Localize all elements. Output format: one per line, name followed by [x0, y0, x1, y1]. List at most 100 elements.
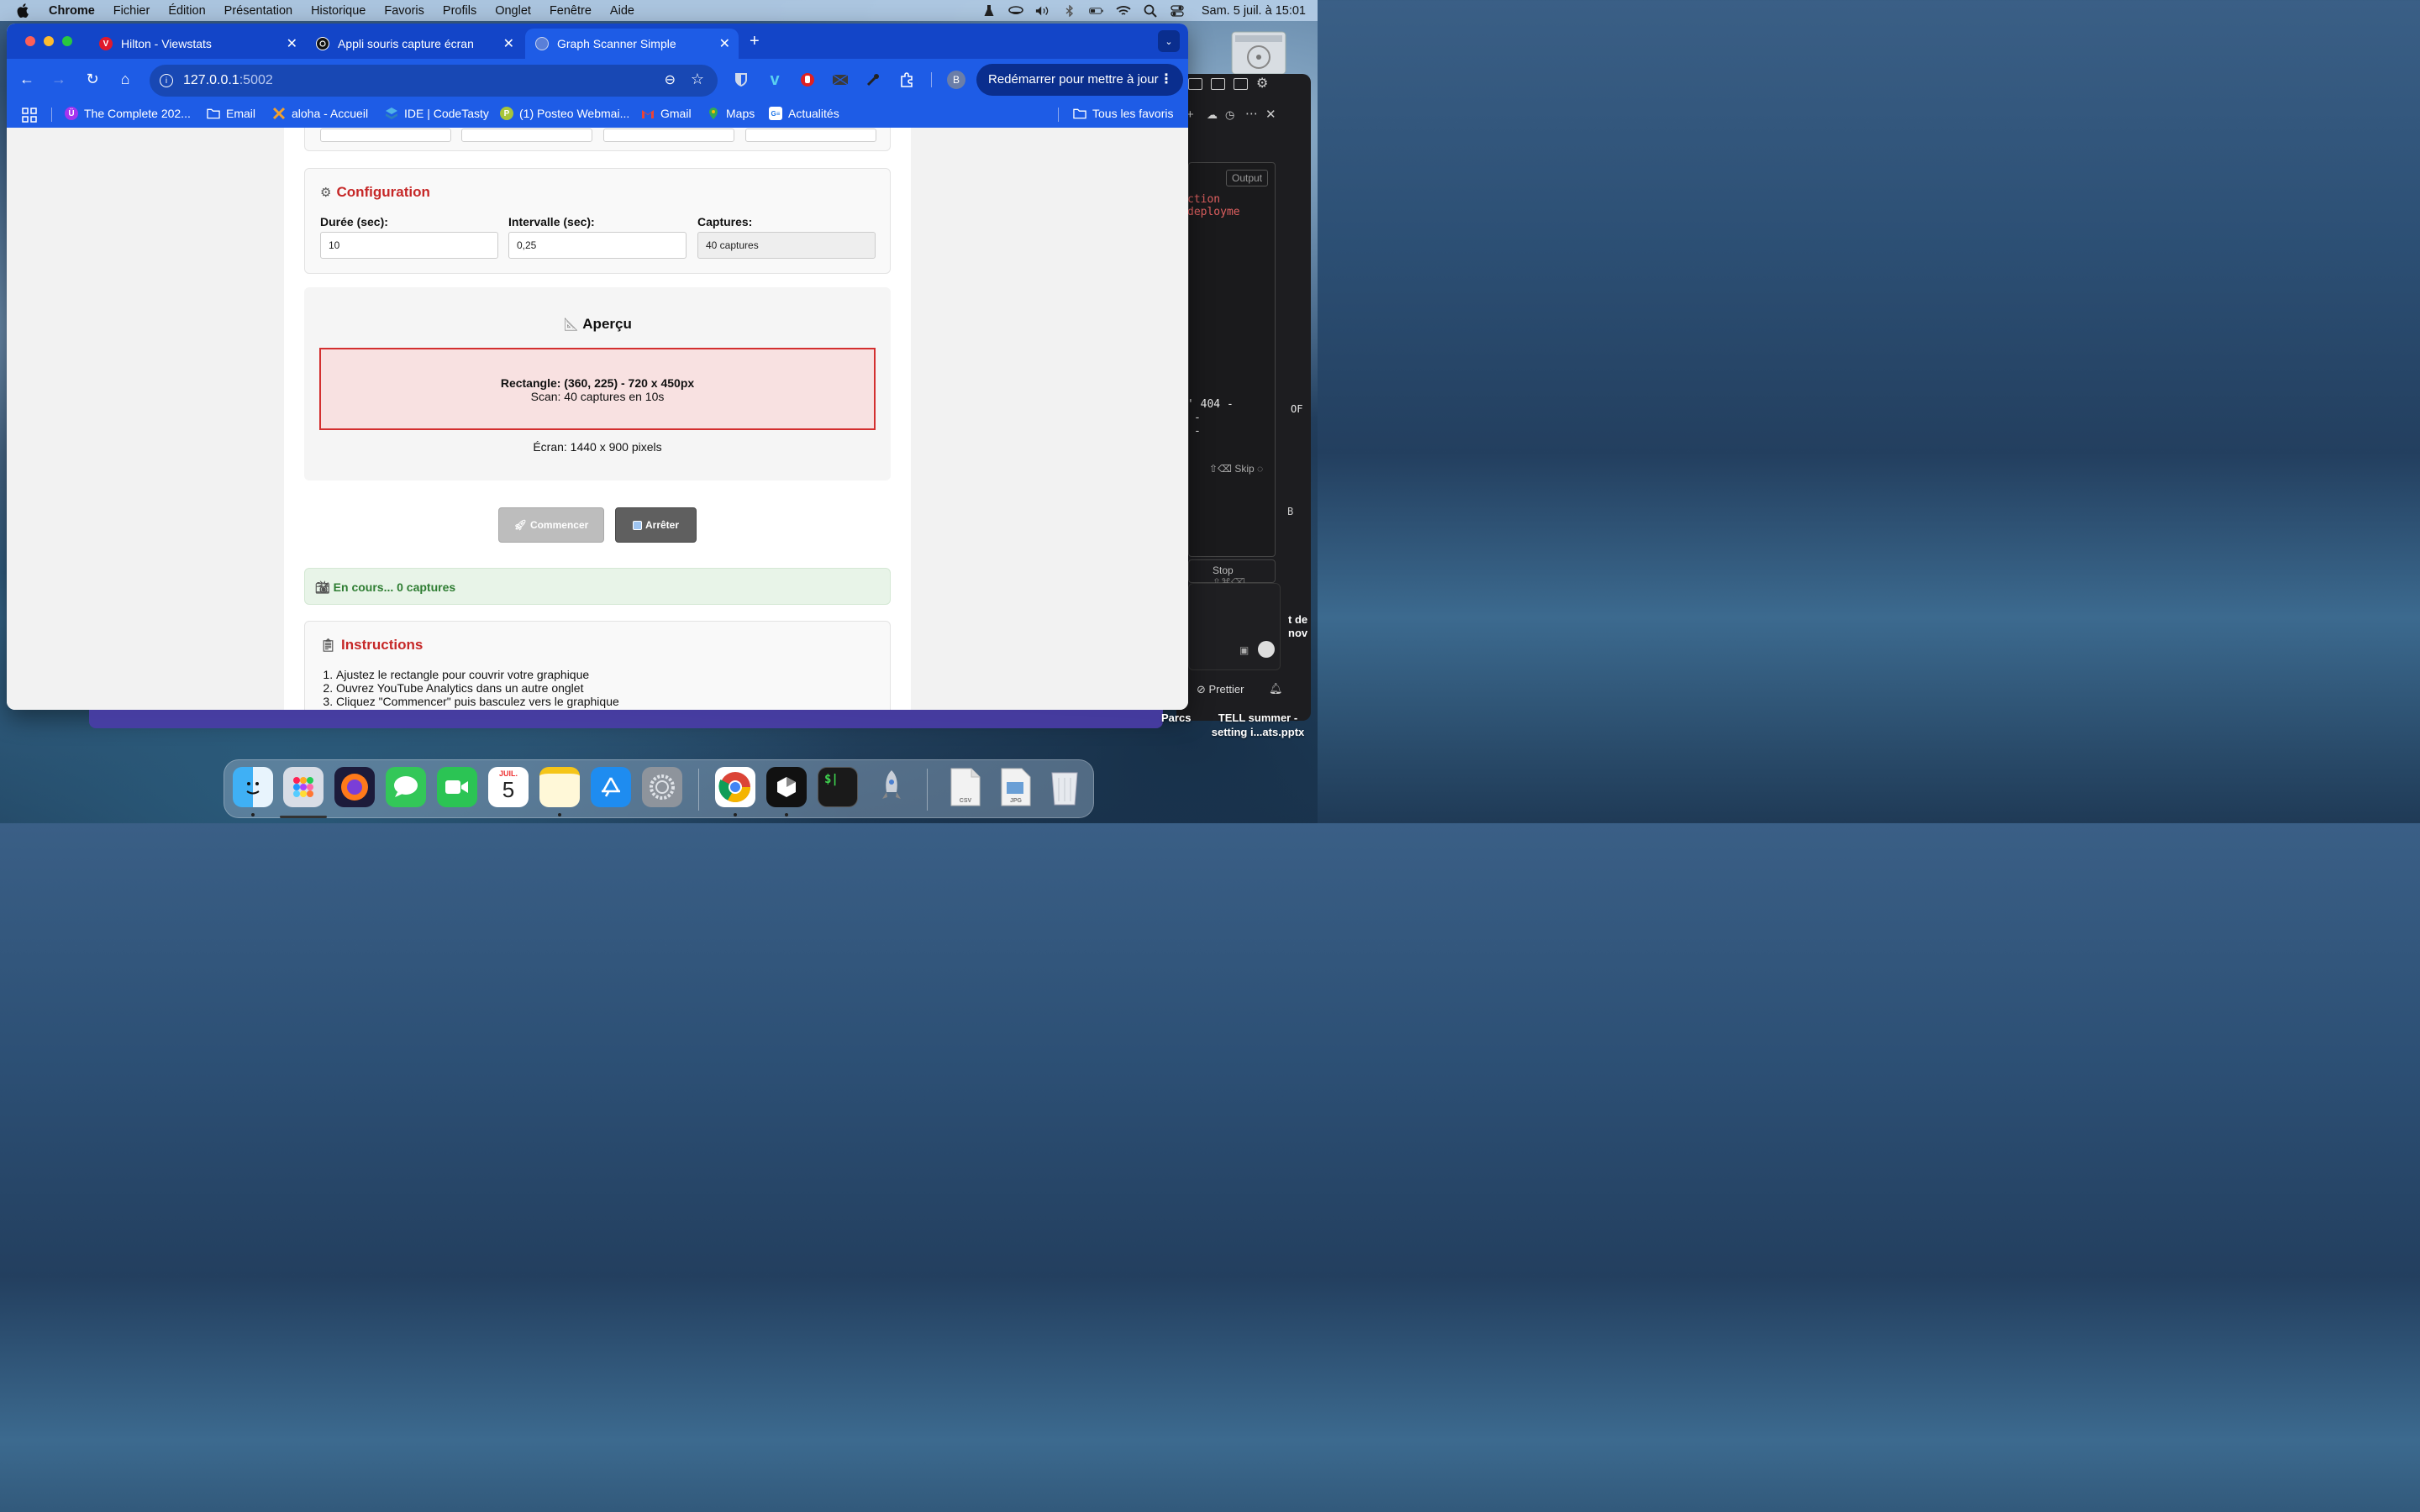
system-settings-icon[interactable]: [642, 767, 682, 807]
facetime-icon[interactable]: [437, 767, 477, 807]
bookmark-codetasty[interactable]: IDE | CodeTasty: [385, 107, 489, 120]
back-arrow-icon[interactable]: ←: [18, 70, 36, 88]
volume-icon[interactable]: [1035, 5, 1050, 17]
ublock-extension-icon[interactable]: [799, 71, 816, 88]
panel-bottom-icon[interactable]: [1211, 78, 1225, 90]
bookmark-aloha[interactable]: aloha - Accueil: [272, 107, 368, 120]
trash-icon[interactable]: [1044, 767, 1085, 807]
desktop-parcs-label[interactable]: Parcs: [1161, 711, 1191, 725]
menu-aide[interactable]: Aide: [610, 4, 634, 18]
more-icon[interactable]: ⋯: [1245, 106, 1258, 121]
eyedropper-extension-icon[interactable]: [865, 71, 881, 88]
bookmark-email-folder[interactable]: Email: [207, 107, 255, 120]
finder-icon[interactable]: [233, 767, 273, 807]
profile-avatar[interactable]: B: [947, 71, 965, 89]
menu-onglet[interactable]: Onglet: [495, 4, 531, 18]
forward-arrow-icon[interactable]: →: [50, 70, 68, 88]
csv-file-icon[interactable]: CSV: [944, 767, 985, 807]
home-icon[interactable]: ⌂: [116, 70, 134, 88]
site-info-icon[interactable]: i: [160, 74, 173, 87]
desktop-pptx-file[interactable]: TELL summer - setting i...ats.pptx: [1203, 711, 1313, 739]
control-center-icon[interactable]: [1170, 4, 1185, 17]
extensions-puzzle-icon[interactable]: [898, 71, 915, 88]
notes-icon[interactable]: [539, 767, 580, 807]
flask-icon[interactable]: [981, 4, 997, 17]
image-icon[interactable]: ▣: [1239, 644, 1249, 656]
wifi-icon[interactable]: [1116, 5, 1131, 17]
capture-rectangle-preview[interactable]: Rectangle: (360, 225) - 720 x 450px Scan…: [319, 348, 876, 430]
bookmark-posteo[interactable]: P (1) Posteo Webmai...: [500, 107, 629, 120]
new-tab-button[interactable]: +: [750, 32, 760, 51]
prettier-status[interactable]: ⊘ Prettier: [1197, 683, 1244, 696]
window-zoom-button[interactable]: [62, 36, 72, 46]
tab-search-chevron-icon[interactable]: ⌄: [1158, 30, 1180, 52]
menu-historique[interactable]: Historique: [311, 4, 366, 18]
bookmark-gmail[interactable]: Gmail: [641, 107, 692, 120]
notifications-bell-icon[interactable]: 🔔︎: [1269, 682, 1283, 696]
tab-close-icon[interactable]: ✕: [287, 35, 297, 52]
restart-to-update-button[interactable]: Redémarrer pour mettre à jour ⋮: [976, 64, 1183, 96]
stop-button[interactable]: Arrêter: [615, 507, 697, 543]
menu-edition[interactable]: Édition: [168, 4, 205, 18]
bluetooth-icon[interactable]: [1062, 4, 1077, 17]
apple-menu-icon[interactable]: [17, 3, 32, 18]
firefox-icon[interactable]: [334, 767, 375, 807]
menu-profils[interactable]: Profils: [443, 4, 476, 18]
cursor-editor-icon[interactable]: [766, 767, 807, 807]
tab-close-icon[interactable]: ✕: [503, 35, 514, 52]
menu-app-name[interactable]: Chrome: [49, 4, 95, 18]
interval-input[interactable]: 0,25: [508, 232, 687, 259]
messages-icon[interactable]: [386, 767, 426, 807]
calendar-icon[interactable]: JUIL. 5: [488, 767, 529, 807]
tab-hilton-viewstats[interactable]: V Hilton - Viewstats ✕: [91, 29, 306, 59]
zoom-icon[interactable]: ⊖: [665, 71, 676, 88]
tab-appli-souris[interactable]: Appli souris capture écran ✕: [308, 29, 523, 59]
launchpad-icon[interactable]: [283, 767, 324, 807]
duration-input[interactable]: 10: [320, 232, 498, 259]
tab-close-icon[interactable]: ✕: [719, 35, 730, 52]
stop-button[interactable]: Stop ⇧⌘⌫: [1188, 559, 1276, 588]
position-y-input[interactable]: [461, 129, 592, 142]
sidebar-right-icon[interactable]: [1234, 78, 1248, 90]
bookmark-udemy[interactable]: Ü The Complete 202...: [65, 107, 191, 120]
coffee-icon[interactable]: [1008, 5, 1023, 17]
url-text[interactable]: 127.0.0.1:5002: [183, 73, 273, 88]
width-input[interactable]: [603, 129, 734, 142]
hard-drive-icon[interactable]: [1228, 29, 1289, 77]
cloud-icon[interactable]: ☁: [1207, 108, 1218, 122]
rocket-app-icon[interactable]: [871, 767, 912, 807]
menu-favoris[interactable]: Favoris: [384, 4, 424, 18]
bookmark-all-folder[interactable]: Tous les favoris: [1073, 107, 1173, 120]
record-stop-icon[interactable]: [1258, 641, 1275, 658]
bookmark-star-icon[interactable]: ☆: [691, 71, 704, 88]
close-icon[interactable]: ✕: [1265, 107, 1276, 122]
window-close-button[interactable]: [25, 36, 35, 46]
jpg-file-icon[interactable]: JPG: [995, 767, 1035, 807]
menu-fichier[interactable]: Fichier: [113, 4, 150, 18]
gear-icon[interactable]: ⚙: [1256, 77, 1268, 91]
app-store-icon[interactable]: [591, 767, 631, 807]
reload-icon[interactable]: ↻: [83, 70, 102, 88]
start-button[interactable]: 🚀︎ Commencer: [498, 507, 604, 543]
bookmark-maps[interactable]: Maps: [707, 107, 755, 120]
vimeo-extension-icon[interactable]: v: [766, 71, 783, 89]
window-minimize-button[interactable]: [44, 36, 54, 46]
menu-fenetre[interactable]: Fenêtre: [550, 4, 592, 18]
bitwarden-extension-icon[interactable]: [733, 71, 750, 88]
sidebar-left-icon[interactable]: [1188, 78, 1202, 90]
apps-grid-icon[interactable]: [22, 108, 37, 125]
terminal-icon[interactable]: $|: [818, 767, 858, 807]
bookmark-actualites[interactable]: G≡ Actualités: [769, 107, 839, 120]
spotlight-search-icon[interactable]: [1143, 4, 1158, 18]
tab-graph-scanner[interactable]: Graph Scanner Simple ✕: [525, 29, 739, 59]
menu-presentation[interactable]: Présentation: [224, 4, 292, 18]
output-tab[interactable]: Output: [1226, 170, 1269, 186]
history-icon[interactable]: ◷: [1225, 108, 1234, 122]
height-input[interactable]: [745, 129, 876, 142]
menubar-clock[interactable]: Sam. 5 juil. à 15:01: [1202, 4, 1306, 18]
battery-icon[interactable]: [1089, 5, 1104, 17]
skip-button[interactable]: ⇧⌫ Skip ◌: [1209, 463, 1263, 475]
screen-capture-extension-icon[interactable]: [832, 71, 849, 88]
kebab-menu-icon[interactable]: ⋮: [1160, 71, 1173, 87]
chat-input-area[interactable]: ▣: [1188, 583, 1281, 670]
